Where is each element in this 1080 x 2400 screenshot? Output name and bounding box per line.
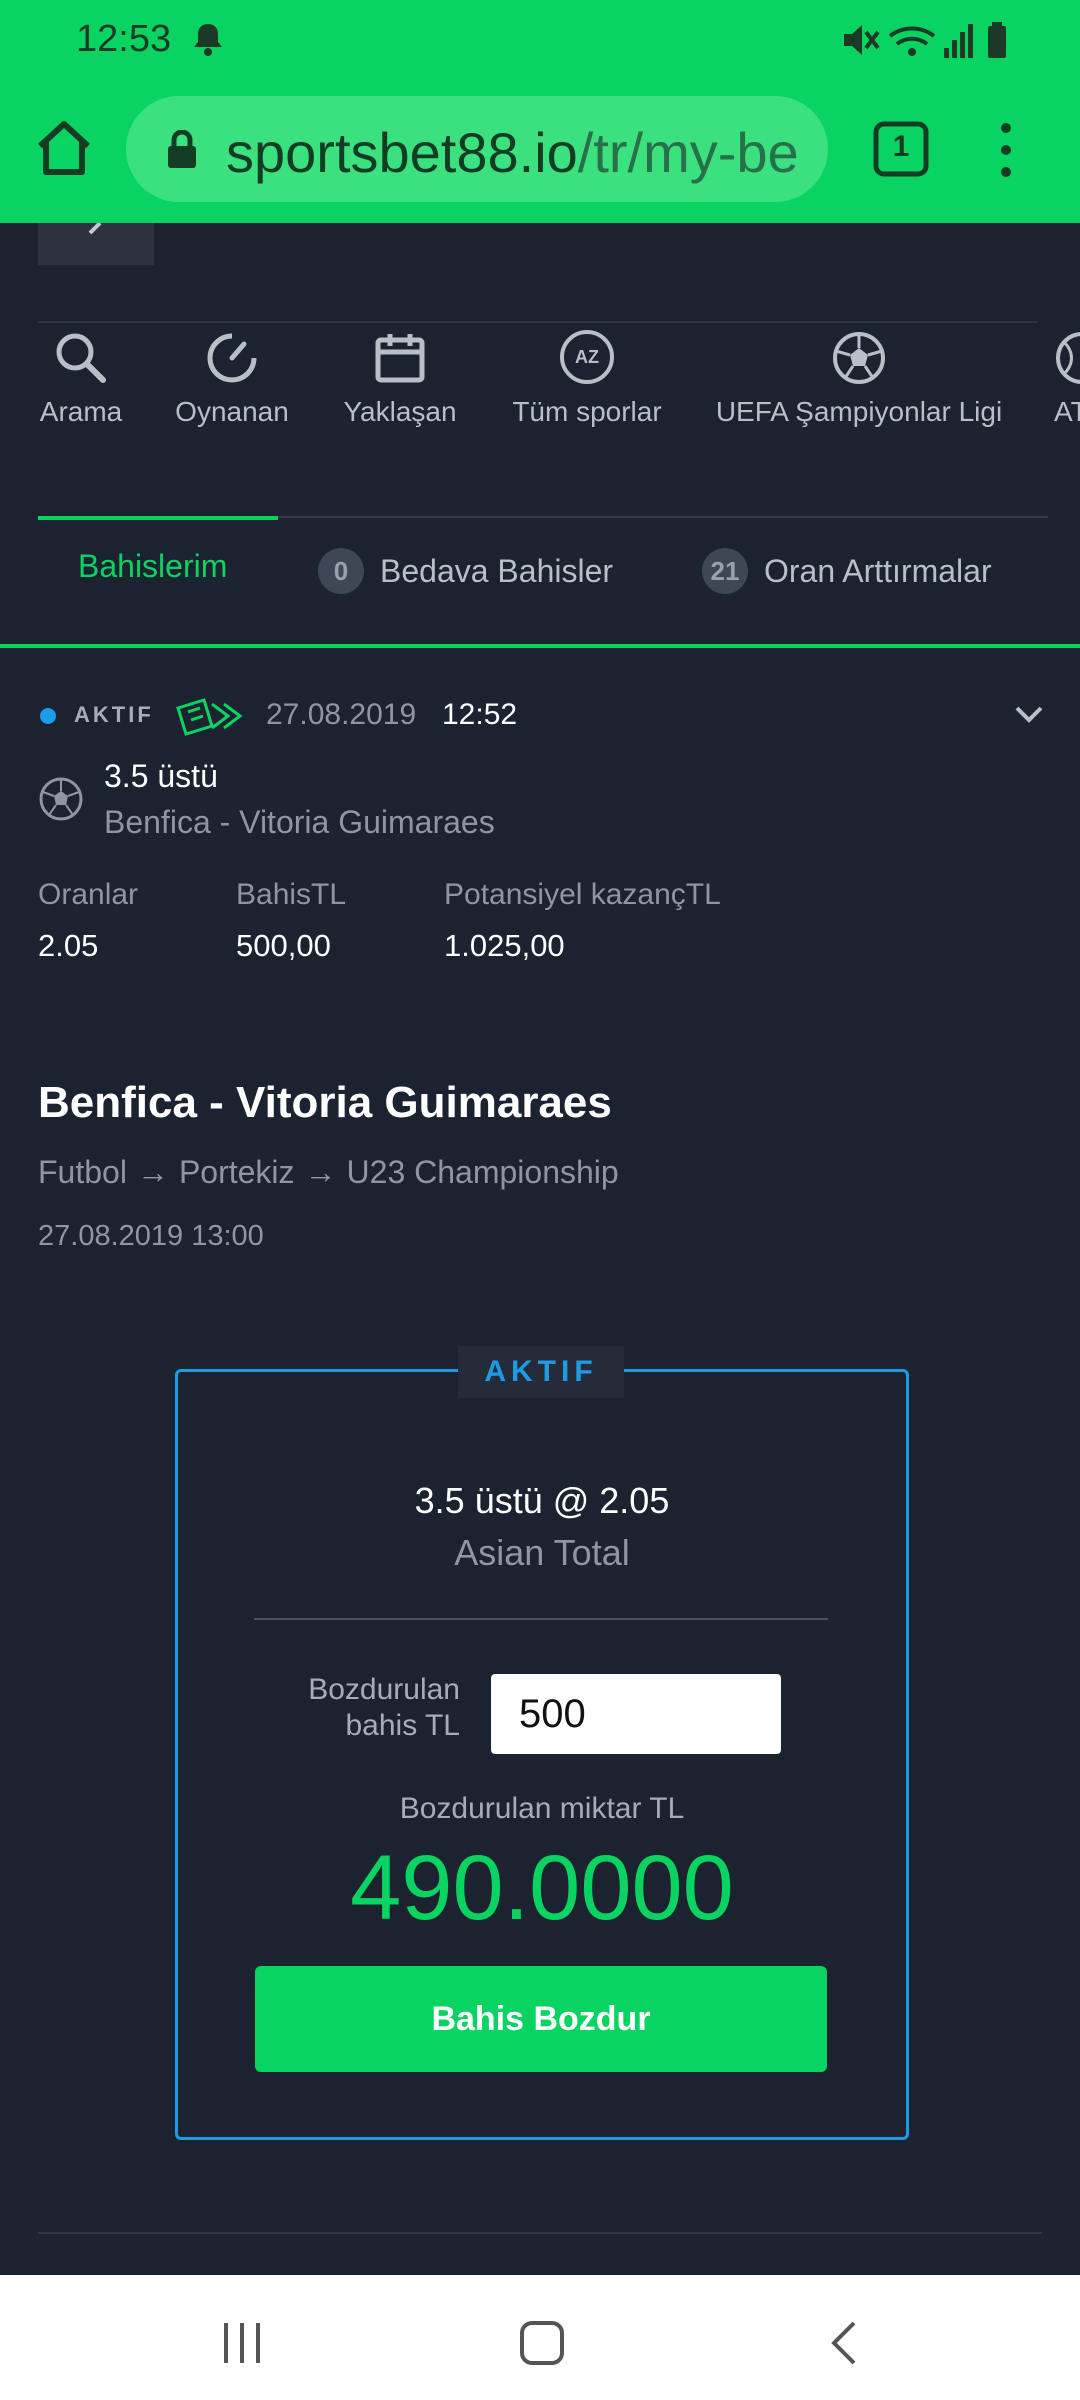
status-time: 12:53 — [76, 18, 172, 60]
sport-nav: Arama Oynanan Yaklaşan AZ Tüm sporlar UE… — [0, 330, 1080, 450]
divider — [254, 1618, 828, 1620]
lock-icon — [168, 130, 196, 168]
stake-label: BahisTL — [236, 878, 347, 911]
arrow-right-icon: → — [304, 1154, 337, 1190]
home-icon[interactable] — [34, 118, 94, 178]
ball-icon — [1056, 332, 1080, 384]
calendar-icon — [375, 334, 425, 383]
url-path: /tr/my-be — [577, 121, 799, 184]
notification-bell-icon — [194, 24, 222, 56]
nav-item-upcoming[interactable]: Yaklaşan — [338, 330, 462, 428]
breadcrumb-item[interactable]: Portekiz — [179, 1154, 295, 1190]
search-icon — [56, 333, 106, 383]
tab-active-indicator — [38, 516, 278, 520]
tab-switcher-button[interactable]: 1 — [872, 120, 930, 178]
arrow-right-icon: → — [136, 1154, 169, 1190]
chevron-down-icon[interactable] — [1014, 704, 1044, 726]
tab-label: Oran Arttırmalar — [764, 552, 992, 589]
tab-count: 1 — [892, 130, 910, 163]
stake-value: 500,00 — [236, 928, 331, 963]
back-button[interactable] — [38, 223, 154, 265]
nav-label: AT — [1054, 396, 1080, 427]
home-nav-icon[interactable] — [512, 2313, 572, 2373]
tab-label: Bahislerim — [78, 548, 228, 584]
bet-selection: 3.5 üstü — [104, 758, 218, 794]
cashout-ticket-icon — [176, 698, 243, 736]
bet-time: 12:52 — [442, 698, 518, 731]
live-gauge-icon — [207, 333, 257, 383]
cashout-amount: 490.0000 — [350, 1837, 734, 1939]
bet-status-label: AKTIF — [74, 702, 154, 727]
nav-label: UEFA Şampiyonlar Ligi — [715, 396, 1003, 427]
cashout-button[interactable]: Bahis Bozdur — [255, 1966, 827, 2072]
football-icon — [833, 332, 885, 384]
football-icon — [39, 777, 83, 821]
breadcrumb: Futbol → Portekiz → U23 Championship — [38, 1154, 619, 1191]
overflow-menu-icon[interactable] — [990, 120, 1022, 180]
divider — [38, 2232, 1042, 2234]
url-host: sportsbet88.io — [226, 121, 578, 184]
nav-label: Oynanan — [175, 396, 289, 427]
cashout-market: Asian Total — [454, 1532, 630, 1573]
cashout-amount-label: Bozdurulan miktar TL — [399, 1792, 685, 1825]
wifi-icon — [888, 26, 936, 56]
status-icons — [844, 22, 1006, 58]
breadcrumb-item[interactable]: Futbol — [38, 1154, 127, 1190]
section-accent-rule — [0, 644, 1080, 648]
tab-odds-boosts[interactable]: 21 Oran Arttırmalar — [702, 548, 992, 594]
tab-free-bets[interactable]: 0 Bedava Bahisler — [318, 548, 613, 594]
recent-apps-icon[interactable] — [212, 2313, 272, 2373]
count-badge: 0 — [318, 548, 364, 594]
nav-item-partial[interactable]: AT — [1054, 330, 1080, 428]
potential-win-label: Potansiyel kazançTL — [444, 878, 721, 911]
bet-header[interactable]: AKTIF 27.08.2019 12:52 — [38, 696, 1048, 736]
cashout-stake-input[interactable] — [491, 1674, 781, 1754]
nav-label: Arama — [39, 396, 123, 427]
cashout-selection: 3.5 üstü @ 2.05 — [414, 1480, 670, 1521]
chevron-left-icon — [88, 223, 102, 235]
event-datetime: 27.08.2019 13:00 — [38, 1220, 264, 1252]
tab-my-bets[interactable]: Bahislerim — [78, 548, 227, 585]
back-nav-icon[interactable] — [816, 2313, 876, 2373]
nav-label: Yaklaşan — [343, 396, 457, 427]
address-bar[interactable]: sportsbet88.io/tr/my-be — [126, 96, 828, 202]
az-icon: AZ — [560, 330, 614, 384]
battery-icon — [988, 22, 1006, 58]
bet-date: 27.08.2019 — [266, 698, 417, 731]
signal-icon — [944, 24, 973, 58]
nav-item-champions-league[interactable]: UEFA Şampiyonlar Ligi — [714, 330, 1004, 428]
potential-win-value: 1.025,00 — [444, 928, 565, 963]
nav-item-all-sports[interactable]: AZ Tüm sporlar — [508, 330, 666, 428]
status-dot — [40, 708, 56, 724]
nav-item-live[interactable]: Oynanan — [172, 330, 292, 428]
nav-item-search[interactable]: Arama — [38, 330, 124, 428]
browser-chrome: 12:53 sportsbet88.io/tr/my-be 1 — [0, 0, 1080, 223]
system-nav-bar — [0, 2275, 1080, 2400]
odds-label: Oranlar — [38, 878, 139, 911]
bet-match: Benfica - Vitoria Guimaraes — [104, 804, 495, 840]
nav-label: Tüm sporlar — [512, 396, 662, 427]
cashout-status-label: AKTIF — [458, 1346, 624, 1398]
tab-label: Bedava Bahisler — [380, 552, 614, 589]
count-badge: 21 — [702, 548, 748, 594]
url-text[interactable]: sportsbet88.io/tr/my-be — [226, 120, 806, 185]
mute-icon — [844, 25, 880, 55]
divider — [38, 321, 1038, 323]
breadcrumb-item[interactable]: U23 Championship — [347, 1154, 619, 1190]
cashout-stake-label: Bozdurulan bahis TL — [308, 1673, 460, 1742]
event-title: Benfica - Vitoria Guimaraes — [38, 1078, 612, 1127]
odds-value: 2.05 — [38, 928, 99, 963]
